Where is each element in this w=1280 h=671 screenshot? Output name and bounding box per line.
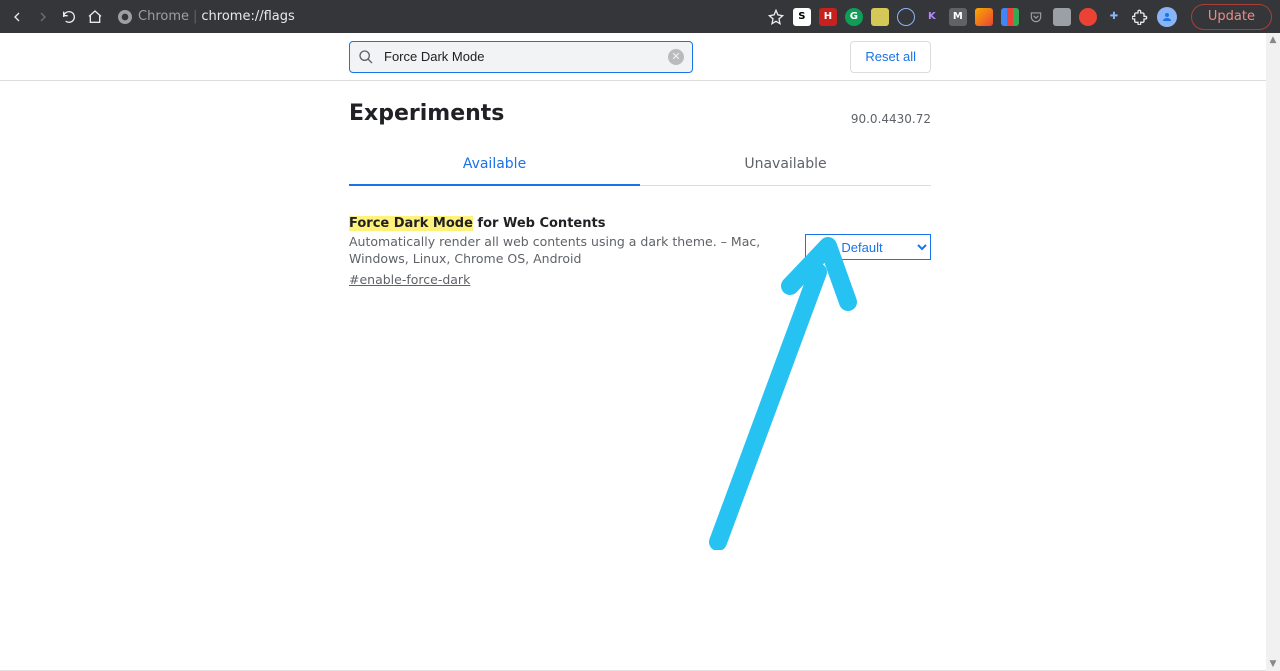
search-input[interactable]	[384, 49, 668, 64]
extension-icon-note[interactable]	[871, 8, 889, 26]
extensions-icon[interactable]	[1131, 8, 1149, 26]
extension-icon-h[interactable]: H	[819, 8, 837, 26]
flag-title-highlight: Force Dark Mode	[349, 216, 473, 231]
scroll-up-icon[interactable]: ▲	[1266, 33, 1280, 47]
extension-icon-red[interactable]	[1079, 8, 1097, 26]
extension-icon-k[interactable]: K	[923, 8, 941, 26]
avatar[interactable]	[1157, 7, 1177, 27]
reset-all-button[interactable]: Reset all	[850, 41, 931, 73]
address-path: chrome://flags	[201, 9, 294, 24]
back-icon[interactable]	[8, 8, 26, 26]
tab-unavailable[interactable]: Unavailable	[640, 144, 931, 185]
address-bar[interactable]: Chrome | chrome://flags	[118, 9, 295, 24]
flag-title: Force Dark Mode for Web Contents	[349, 216, 785, 231]
clear-search-icon[interactable]: ✕	[668, 49, 684, 65]
update-label: Update	[1208, 9, 1255, 24]
scrollbar[interactable]: ▲ ▼	[1266, 33, 1280, 671]
home-icon[interactable]	[86, 8, 104, 26]
flag-dropdown[interactable]: Default	[805, 234, 931, 260]
toolbar: ✕ Reset all	[0, 33, 1280, 81]
browser-header: Chrome | chrome://flags S H G K M ✚ Upda…	[0, 0, 1280, 33]
scroll-down-icon[interactable]: ▼	[1266, 657, 1280, 671]
content: Experiments 90.0.4430.72 Available Unava…	[349, 81, 931, 287]
extension-icon-s[interactable]: S	[793, 8, 811, 26]
extension-icon-block[interactable]	[897, 8, 915, 26]
tab-bar: Available Unavailable	[349, 144, 931, 186]
extension-icon-cross[interactable]: ✚	[1105, 8, 1123, 26]
extension-icon-g[interactable]: G	[845, 8, 863, 26]
page-body: ✕ Reset all Experiments 90.0.4430.72 Ava…	[0, 33, 1280, 671]
flag-row: Force Dark Mode for Web Contents Automat…	[349, 186, 931, 287]
extension-icon-flame[interactable]	[975, 8, 993, 26]
flag-description: Automatically render all web contents us…	[349, 234, 785, 268]
address-protocol: Chrome	[138, 9, 189, 24]
update-button[interactable]: Update	[1191, 4, 1272, 30]
version-label: 90.0.4430.72	[851, 112, 931, 126]
extension-icon-mail[interactable]: M	[949, 8, 967, 26]
flag-select-wrap: Default	[805, 216, 931, 287]
star-icon[interactable]	[767, 8, 785, 26]
title-row: Experiments 90.0.4430.72	[349, 101, 931, 126]
extension-icon-bars[interactable]	[1001, 8, 1019, 26]
address-separator: |	[189, 9, 201, 24]
search-box[interactable]: ✕	[349, 41, 693, 73]
reload-icon[interactable]	[60, 8, 78, 26]
flag-text: Force Dark Mode for Web Contents Automat…	[349, 216, 785, 287]
forward-icon[interactable]	[34, 8, 52, 26]
extension-icon-calc[interactable]	[1053, 8, 1071, 26]
extension-icon-pocket[interactable]	[1027, 8, 1045, 26]
site-icon	[118, 10, 132, 24]
flag-id[interactable]: #enable-force-dark	[349, 272, 785, 287]
tab-available[interactable]: Available	[349, 144, 640, 186]
search-icon	[358, 49, 374, 65]
flag-title-rest: for Web Contents	[473, 216, 606, 231]
page-title: Experiments	[349, 101, 504, 126]
